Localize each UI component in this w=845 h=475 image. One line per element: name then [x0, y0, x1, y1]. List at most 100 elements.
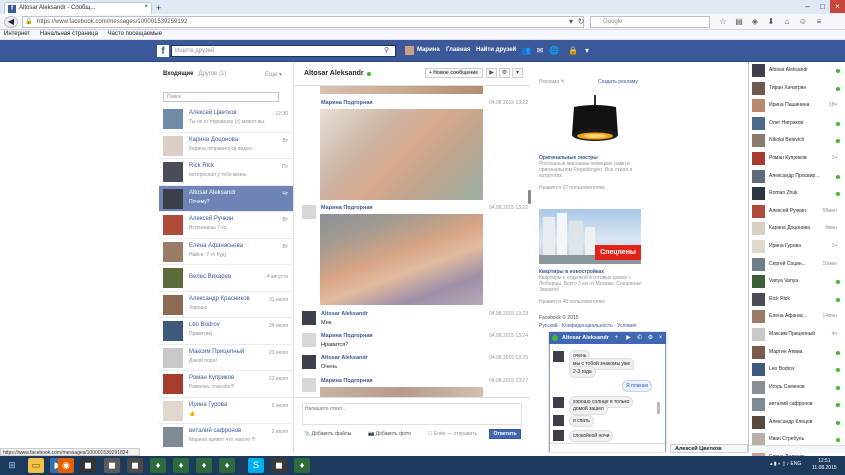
shared-photo[interactable]	[320, 387, 483, 397]
contact-item[interactable]: Rick Rick	[750, 291, 844, 309]
contact-item[interactable]: Максим Прицепный 4ч	[750, 326, 844, 344]
contact-item[interactable]: виталий сафронов	[750, 396, 844, 414]
url-bar[interactable]: https://www.facebook.com/messages/100001…	[22, 16, 584, 28]
contact-item[interactable]: Ирина Гурова 1ч	[750, 238, 844, 256]
app-icon[interactable]: ◼	[104, 458, 120, 473]
ad-image-buildings[interactable]: Спецпены	[539, 209, 641, 264]
contact-item[interactable]: Leo Bodrov	[750, 361, 844, 379]
language-indicator[interactable]: ENG	[790, 461, 801, 467]
bookmark-start-page[interactable]: Начальная страница	[40, 31, 98, 37]
file-explorer-icon[interactable]: ▭	[28, 458, 44, 473]
shared-photo[interactable]	[320, 86, 483, 94]
notifications-icon[interactable]: 🌐	[549, 46, 559, 56]
ad-image-lamp[interactable]	[560, 95, 630, 150]
new-message-button[interactable]: + Новое сообщение	[425, 68, 483, 78]
game-icon[interactable]: ♦	[294, 458, 310, 473]
message-sender[interactable]: Altosar Aleksandr	[321, 311, 368, 317]
conversation-item[interactable]: Алексей Цветков Ты но хз перевозку (c) мо…	[159, 106, 293, 133]
home-link[interactable]: Главная	[446, 47, 470, 53]
conversation-search-input[interactable]: Поиск	[163, 92, 279, 102]
contact-item[interactable]: Nikolai Belevich	[750, 132, 844, 150]
back-arrow-icon[interactable]: ◀	[4, 16, 18, 28]
reload-icon[interactable]: ↻	[575, 16, 587, 28]
contact-item[interactable]: Ирина Пашинина 18ч	[750, 97, 844, 115]
send-button[interactable]: Ответить	[489, 429, 521, 439]
phone-icon[interactable]: ✆	[636, 334, 643, 342]
star-icon[interactable]: ☆	[717, 16, 729, 28]
windows-start-icon[interactable]: ⊞	[4, 458, 20, 473]
game-icon[interactable]: ♦	[219, 458, 235, 473]
minimized-chat-tab[interactable]: Алексей Цветков	[670, 444, 748, 453]
friend-search-input[interactable]: Ищите друзей	[171, 45, 396, 57]
skype-icon[interactable]: S	[248, 458, 264, 473]
ad-likes[interactable]: Нравится 48 пользователям	[539, 299, 605, 305]
video-call-icon[interactable]: ▶	[486, 68, 497, 78]
conversation-item[interactable]: Роман Куприков Рамочка, спасибо!!! 23 июля	[159, 371, 293, 398]
contact-item[interactable]: Сергей Социн... 16мин	[750, 256, 844, 274]
clipboard-icon[interactable]: ▤	[733, 16, 745, 28]
game-icon[interactable]: ♦	[196, 458, 212, 473]
bookmark-frequent[interactable]: Часто посещаемые	[108, 31, 162, 37]
contact-item[interactable]: Roman Zhuk	[750, 185, 844, 203]
bookmark-internet[interactable]: Интернет	[4, 31, 30, 37]
conversation-item[interactable]: Rick Rick интересная у тебя жизнь Пт	[159, 159, 293, 186]
tab-other[interactable]: Другое (1)	[198, 71, 226, 77]
conversation-item[interactable]: Алексей Ручкин Вспомнишь 7-го Вт	[159, 212, 293, 239]
contact-item[interactable]: Александр Клецов	[750, 414, 844, 432]
contact-item[interactable]: Altosar Aleksandr	[750, 62, 844, 80]
contact-item[interactable]: Елена Афанас... 14мин	[750, 308, 844, 326]
app-icon[interactable]: ◼	[271, 458, 287, 473]
message-sender[interactable]: Altosar Aleksandr	[321, 355, 368, 361]
home-icon[interactable]: ⌂	[781, 16, 793, 28]
message-sender[interactable]: Марина Подгорная	[321, 333, 373, 339]
tab-close-icon[interactable]: ×	[144, 4, 148, 10]
gear-icon[interactable]: ⚙	[499, 68, 510, 78]
message-sender[interactable]: Марина Подгорная	[321, 378, 373, 384]
message-sender[interactable]: Марина Подгорная	[321, 100, 373, 106]
contact-item[interactable]: Александр Просвир...	[750, 168, 844, 186]
contact-item[interactable]: Олег Ниграков	[750, 115, 844, 133]
conversation-item[interactable]: Ирина Гурова 👍 9 июля	[159, 398, 293, 424]
create-ad-link[interactable]: Создать рекламу	[598, 79, 638, 85]
friend-requests-icon[interactable]: 👥	[521, 46, 531, 56]
contact-item[interactable]: Карина Доцонова 9мин	[750, 220, 844, 238]
ad-likes[interactable]: Нравится 27 пользователям	[539, 185, 605, 191]
close-window-icon[interactable]: ×	[830, 0, 845, 13]
messages-icon[interactable]: ✉	[535, 46, 545, 56]
browser-tab[interactable]: f Altosar Aleksandr - Сообщ... ×	[4, 2, 152, 14]
contact-item[interactable]: Роман Куприков 1ч	[750, 150, 844, 168]
contact-item[interactable]: Алексей Ручкин 58мин	[750, 203, 844, 221]
shared-photo[interactable]	[320, 109, 483, 200]
conversation-item[interactable]: Велес Вихарев 4 августа	[159, 265, 293, 292]
search-icon[interactable]: ⚲	[384, 46, 395, 56]
contact-item[interactable]: Тиран Хачатрян	[750, 80, 844, 98]
contact-item[interactable]: Игорь Семенов	[750, 379, 844, 397]
maximize-icon[interactable]: □	[815, 0, 830, 13]
add-friend-icon[interactable]: +	[613, 334, 620, 342]
conversation-item[interactable]: Leo Bodrov Приветик) 24 июля	[159, 318, 293, 345]
profile-avatar[interactable]	[405, 46, 414, 55]
footer-links[interactable]: Русский · Конфиденциальность · Условия	[539, 323, 636, 329]
browser-search-input[interactable]: Google	[590, 16, 710, 28]
system-tray[interactable]: ▴ ▮ ◐ ▯ ♪ ENG	[770, 461, 801, 467]
close-icon[interactable]: ×	[657, 334, 664, 342]
more-actions-icon[interactable]: ▾	[512, 68, 523, 78]
chat-bubble-icon[interactable]: ☺	[797, 16, 809, 28]
conversation-item[interactable]: виталий сафронов Марина привет что нового…	[159, 424, 293, 451]
add-files-button[interactable]: 📎 Добавить файлы	[304, 431, 351, 437]
video-icon[interactable]: ▶	[625, 334, 632, 342]
clock[interactable]: 12:51 11.08.2015	[812, 458, 837, 472]
gear-icon[interactable]: ⚙	[647, 334, 654, 342]
shield-icon[interactable]: ◈	[749, 16, 761, 28]
contact-item[interactable]: Мартин Атмиа	[750, 344, 844, 362]
conversation-item[interactable]: Александр Красников Хорошо 31 июля	[159, 292, 293, 318]
thread-title[interactable]: Altosar Aleksandr	[304, 70, 364, 77]
new-tab-button[interactable]: +	[156, 3, 168, 13]
find-friends-link[interactable]: Найти друзей	[476, 47, 516, 53]
chat-scrollbar[interactable]	[657, 402, 660, 414]
app-icon[interactable]: ◼	[127, 458, 143, 473]
edit-icon[interactable]: ✎	[560, 79, 564, 85]
contact-item[interactable]: Vanya Vanya	[750, 273, 844, 291]
tab-inbox[interactable]: Входящие	[163, 71, 193, 77]
thread-scrollbar[interactable]	[528, 190, 531, 204]
